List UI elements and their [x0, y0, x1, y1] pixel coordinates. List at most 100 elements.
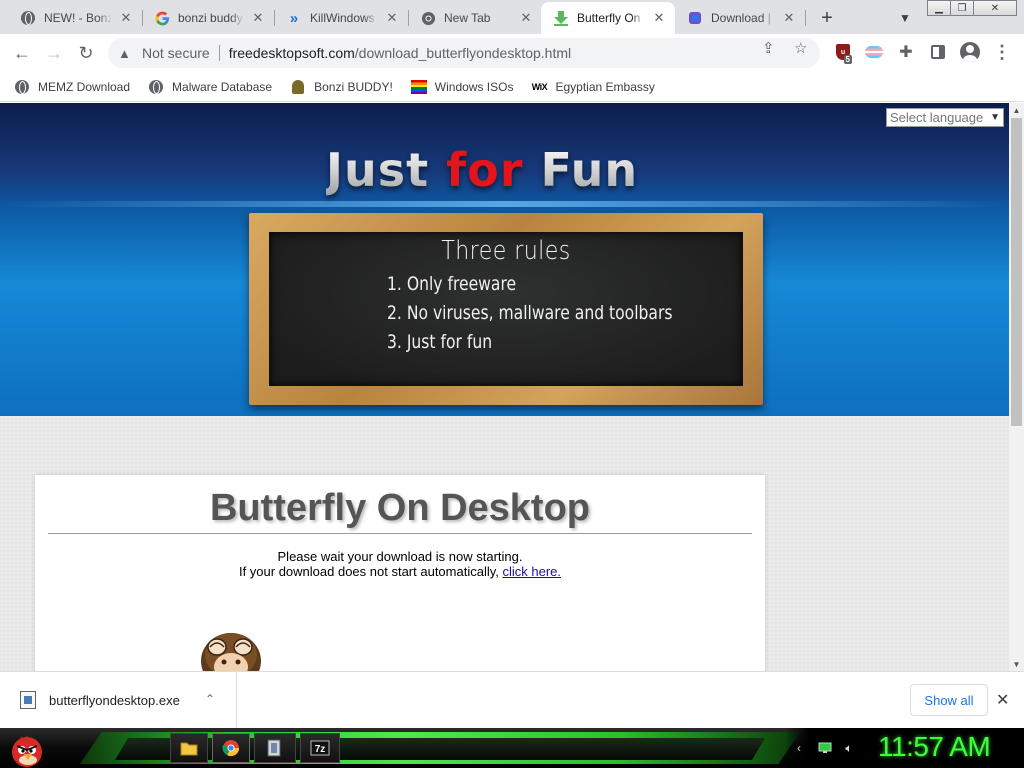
- site-title-fun: Fun: [540, 143, 639, 197]
- restore-button[interactable]: ❐: [950, 0, 974, 16]
- rule-item: 3. Just for fun: [387, 331, 493, 353]
- new-tab-button[interactable]: +: [814, 6, 840, 30]
- tab-new-tab[interactable]: New Tab ✕: [408, 2, 542, 34]
- bookmark-memz[interactable]: MEMZ Download: [14, 79, 130, 95]
- forward-button[interactable]: →: [40, 39, 68, 67]
- bonzi-icon: [290, 79, 306, 95]
- chevron-down-icon: ▼: [990, 112, 1000, 123]
- start-button-angry-bird-icon[interactable]: [6, 730, 46, 768]
- close-icon[interactable]: ✕: [250, 10, 266, 26]
- close-icon[interactable]: ✕: [996, 690, 1009, 710]
- close-icon[interactable]: ✕: [651, 10, 667, 26]
- tab-title: Download | f: [711, 11, 775, 25]
- tab-bonzi-buddy-search[interactable]: bonzi buddy ✕: [142, 2, 274, 34]
- site-title-for: for: [446, 143, 524, 197]
- taskbar-clock[interactable]: 11:57 AM: [878, 731, 991, 763]
- window-close-button[interactable]: ✕: [973, 0, 1017, 16]
- tab-title: KillWindows: [310, 11, 375, 25]
- security-label[interactable]: Not secure: [142, 45, 210, 61]
- download-filename: butterflyondesktop.exe: [49, 692, 180, 708]
- click-here-link[interactable]: click here.: [503, 564, 562, 579]
- minimize-button[interactable]: ▁: [927, 0, 951, 16]
- scroll-thumb[interactable]: [1011, 118, 1022, 426]
- url-text[interactable]: freedesktopsoft.com/download_butterflyon…: [229, 45, 571, 61]
- side-panel-icon[interactable]: [927, 41, 949, 63]
- globe-icon: [148, 79, 164, 95]
- tab-killwindows[interactable]: » KillWindows ✕: [274, 2, 408, 34]
- scroll-up-arrow-icon[interactable]: ▲: [1009, 103, 1024, 117]
- url-host: freedesktopsoft.com: [228, 45, 355, 61]
- product-title: Butterfly On Desktop: [209, 487, 591, 529]
- browser-toolbar: ← → ↻ ▲ Not secure freedesktopsoft.com/d…: [0, 34, 1024, 72]
- profile-avatar-icon[interactable]: [959, 41, 981, 63]
- language-select[interactable]: Select language ▼: [886, 108, 1004, 127]
- warning-triangle-icon[interactable]: ▲: [118, 46, 136, 61]
- taskbar-installer-icon[interactable]: [254, 733, 296, 763]
- show-hidden-icons-chevron-icon[interactable]: ‹: [791, 741, 807, 755]
- chrome-icon: [420, 10, 436, 26]
- omnibox-divider: [218, 45, 220, 61]
- bookmark-star-icon[interactable]: ☆: [794, 39, 807, 57]
- address-bar[interactable]: ▲ Not secure freedesktopsoft.com/downloa…: [108, 38, 820, 68]
- window-controls: ▁ ❐ ✕: [927, 0, 1017, 16]
- extensions-puzzle-icon[interactable]: ✚: [895, 41, 917, 63]
- bookmark-bonzi-buddy[interactable]: Bonzi BUDDY!: [290, 79, 393, 95]
- extension-badge: 5: [843, 55, 852, 64]
- menu-kebab-icon[interactable]: ⋮: [991, 41, 1013, 63]
- svg-text:7z: 7z: [315, 744, 326, 755]
- google-icon: [154, 10, 170, 26]
- bookmark-label: Windows ISOs: [434, 79, 514, 94]
- speaker-icon[interactable]: 🔈︎: [841, 741, 857, 755]
- flag-extension-icon[interactable]: [863, 41, 885, 63]
- show-all-button[interactable]: Show all: [910, 684, 988, 716]
- download-item[interactable]: butterflyondesktop.exe ⌃: [0, 672, 237, 728]
- bookmark-malware-database[interactable]: Malware Database: [148, 79, 272, 95]
- taskbar-7zip-icon[interactable]: 7z: [300, 733, 340, 763]
- bookmark-label: Malware Database: [172, 79, 273, 94]
- scroll-down-arrow-icon[interactable]: ▼: [1009, 657, 1024, 671]
- rule-item: 2. No viruses, mallware and toolbars: [387, 302, 673, 324]
- chalkboard-surface: Three rules 1. Only freeware 2. No virus…: [269, 232, 743, 386]
- rule-item: 1. Only freeware: [387, 273, 517, 295]
- close-icon[interactable]: ✕: [118, 10, 134, 26]
- download-card: Butterfly On Desktop Please wait your do…: [35, 475, 765, 671]
- bookmark-label: MEMZ Download: [38, 79, 131, 94]
- rainbow-flag-icon: [410, 79, 427, 95]
- network-monitor-icon[interactable]: [817, 741, 833, 755]
- wix-icon: WiX: [531, 81, 548, 92]
- taskbar-chrome-icon[interactable]: [212, 733, 250, 763]
- rules-list: 1. Only freeware 2. No viruses, mallware…: [387, 270, 735, 357]
- close-icon[interactable]: ✕: [781, 10, 797, 26]
- tab-search-chevron-icon[interactable]: ▼: [893, 6, 917, 30]
- bookmark-egyptian-embassy[interactable]: WiX Egyptian Embassy: [531, 79, 655, 95]
- tab-bonzi-new[interactable]: NEW! - Bonzi ✕: [8, 2, 142, 34]
- taskbar-explorer-folder-icon[interactable]: [170, 733, 208, 763]
- ublock-extension-icon[interactable]: u5: [832, 41, 854, 64]
- chevron-up-icon[interactable]: ⌃: [205, 692, 215, 706]
- site-title-just: Just: [325, 143, 430, 197]
- share-icon[interactable]: ⇪: [762, 39, 775, 57]
- tab-butterfly-active[interactable]: Butterfly On ✕: [541, 2, 675, 34]
- tab-title: New Tab: [444, 11, 491, 25]
- tab-title: NEW! - Bonzi: [44, 11, 112, 25]
- fallback-text: If your download does not start automati…: [238, 564, 499, 579]
- title-divider: [48, 533, 752, 534]
- chevron-logo-icon: »: [289, 9, 299, 27]
- close-icon[interactable]: ✕: [384, 10, 400, 26]
- bookmarks-bar: MEMZ Download Malware Database Bonzi BUD…: [0, 72, 1024, 102]
- globe-icon: [20, 10, 36, 26]
- tab-title: bonzi buddy: [178, 11, 243, 25]
- download-arrow-icon: [553, 10, 569, 26]
- reload-button[interactable]: ↻: [72, 39, 100, 67]
- tab-download[interactable]: Download | f ✕: [675, 2, 805, 34]
- globe-icon: [14, 79, 30, 95]
- language-select-value: Select language: [890, 110, 984, 125]
- tab-strip: NEW! - Bonzi ✕ bonzi buddy ✕ » KillWindo…: [0, 0, 1024, 34]
- page-viewport: Just for Fun Three rules 1. Only freewar…: [0, 103, 1024, 671]
- bookmark-windows-isos[interactable]: Windows ISOs: [410, 79, 514, 95]
- page-scrollbar[interactable]: ▲ ▼: [1009, 103, 1024, 671]
- url-path: /download_butterflyondesktop.html: [354, 45, 572, 61]
- download-shelf: butterflyondesktop.exe ⌃ Show all ✕: [0, 671, 1024, 728]
- close-icon[interactable]: ✕: [518, 10, 534, 26]
- back-button[interactable]: ←: [8, 39, 36, 67]
